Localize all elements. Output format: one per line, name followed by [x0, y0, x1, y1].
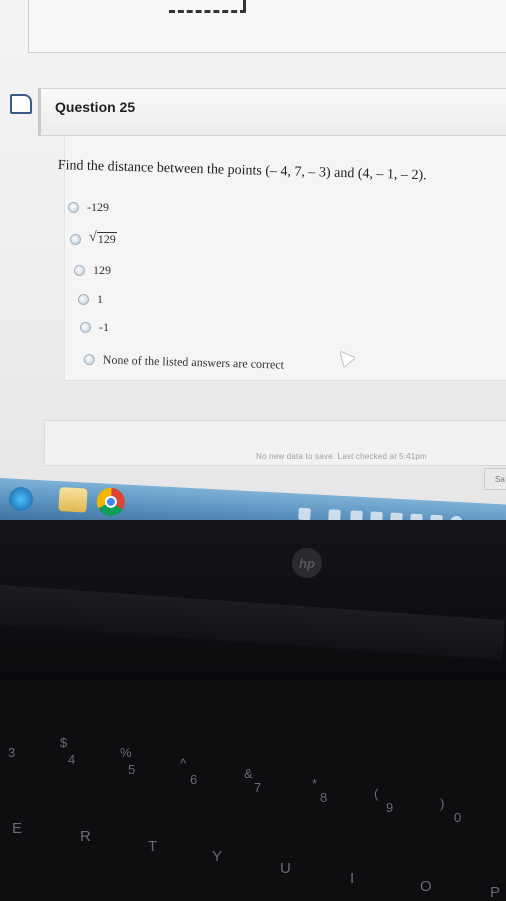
- key-label: 0: [454, 810, 462, 825]
- key-label: 8: [320, 790, 328, 805]
- choice-option-3[interactable]: 129: [74, 263, 111, 278]
- key-label: E: [12, 820, 23, 837]
- key-label: O: [420, 878, 432, 895]
- choice-label: 129: [96, 232, 117, 246]
- radio-button-icon[interactable]: [80, 322, 91, 333]
- square-root-expression: √ 129: [89, 230, 117, 246]
- question-title: Question 25: [55, 99, 136, 115]
- radio-button-icon[interactable]: [78, 294, 89, 305]
- key-label: (: [374, 786, 379, 801]
- radio-button-icon[interactable]: [68, 202, 79, 213]
- radio-button-icon[interactable]: [74, 265, 85, 276]
- key-label: 5: [128, 762, 136, 777]
- key-label: %: [120, 745, 132, 760]
- radio-button-icon[interactable]: [83, 353, 95, 366]
- choice-option-5[interactable]: -1: [80, 320, 109, 335]
- save-status-text: No new data to save. Last checked at 5:4…: [256, 452, 427, 461]
- key-label: T: [148, 838, 158, 855]
- key-label: I: [350, 870, 355, 887]
- key-label: 9: [386, 800, 394, 815]
- choice-option-1[interactable]: -129: [68, 200, 109, 215]
- tray-icon[interactable]: [298, 507, 311, 521]
- key-label: 4: [68, 752, 76, 767]
- browser-screen: Question 25 Find the distance between th…: [0, 0, 506, 520]
- choice-label: -129: [87, 200, 109, 214]
- choice-label: -1: [99, 320, 109, 334]
- question-header: Question 25: [38, 88, 506, 136]
- key-label: Y: [212, 848, 223, 865]
- start-icon[interactable]: [8, 486, 34, 512]
- previous-answer-box: [28, 0, 506, 53]
- key-label: $: [60, 735, 68, 750]
- square-root-icon: √: [89, 230, 97, 245]
- key-label: U: [280, 860, 291, 877]
- key-label: &: [244, 766, 253, 781]
- choice-option-2[interactable]: √ 129: [70, 230, 117, 246]
- scroll-handle[interactable]: [169, 0, 246, 13]
- key-label: ^: [180, 756, 187, 771]
- flag-question-icon[interactable]: [10, 94, 32, 114]
- chrome-icon[interactable]: [96, 487, 126, 517]
- key-label: 6: [190, 772, 198, 787]
- save-button[interactable]: Sa: [484, 468, 506, 490]
- radio-button-icon[interactable]: [70, 233, 81, 245]
- key-label: ): [440, 796, 445, 811]
- key-label: R: [80, 828, 91, 845]
- choice-option-4[interactable]: 1: [78, 292, 103, 307]
- key-label: 7: [254, 780, 262, 795]
- key-label: P: [490, 884, 501, 901]
- folder-icon[interactable]: [58, 487, 88, 513]
- choice-label: 129: [93, 263, 111, 277]
- key-label: *: [312, 776, 318, 791]
- choice-label: 1: [97, 292, 103, 306]
- key-label: 3: [8, 745, 16, 760]
- hp-logo: hp: [292, 548, 322, 578]
